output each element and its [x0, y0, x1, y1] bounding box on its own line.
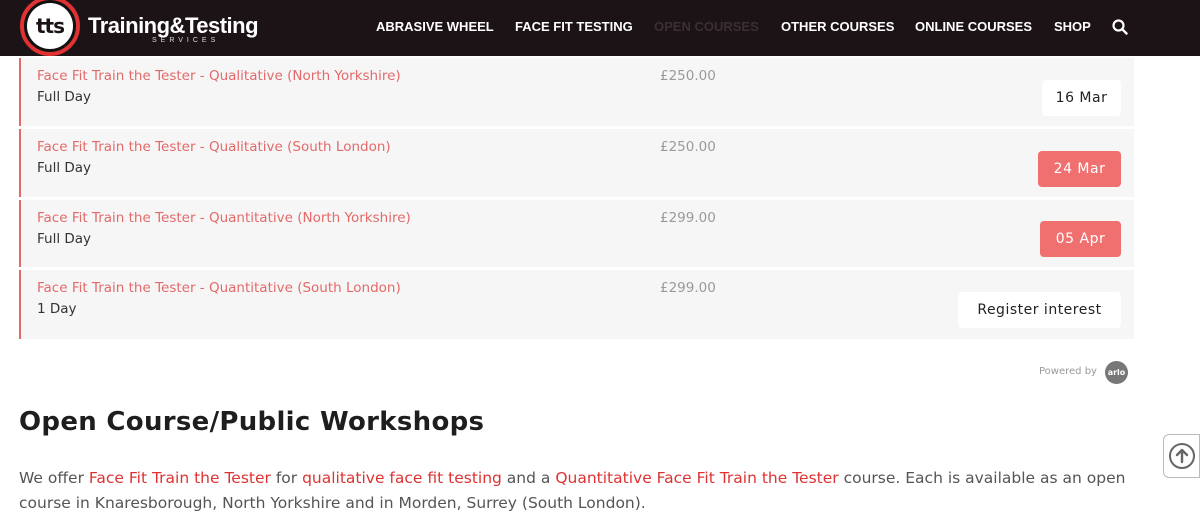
course-title[interactable]: Face Fit Train the Tester - Quantitative…: [37, 280, 401, 296]
arlo-logo[interactable]: arlo: [1105, 361, 1128, 384]
course-title[interactable]: Face Fit Train the Tester - Qualitative …: [37, 139, 391, 155]
link-quantitative-train-the-tester[interactable]: Quantitative Face Fit Train the Tester: [555, 469, 838, 487]
section-paragraph: We offer Face Fit Train the Tester for q…: [19, 466, 1139, 516]
course-date-button[interactable]: 05 Apr: [1040, 221, 1121, 257]
course-price: £299.00: [660, 210, 716, 226]
nav-face-fit-testing[interactable]: FACE FIT TESTING: [515, 19, 633, 34]
nav-shop[interactable]: SHOP: [1054, 19, 1091, 34]
powered-by-label: Powered by: [1039, 366, 1097, 377]
site-header: tts Training&Testing SERVICES ABRASIVE W…: [0, 0, 1200, 56]
brand-subtitle: SERVICES: [152, 37, 220, 44]
link-qualitative-face-fit-testing[interactable]: qualitative face fit testing: [302, 469, 502, 487]
course-row: Face Fit Train the Tester - Qualitative …: [19, 58, 1134, 126]
search-icon[interactable]: [1112, 19, 1128, 35]
logo-inner: tts: [27, 3, 73, 49]
course-title[interactable]: Face Fit Train the Tester - Quantitative…: [37, 210, 411, 226]
section-title: Open Course/Public Workshops: [19, 407, 485, 437]
para-text: for: [270, 469, 303, 487]
scroll-to-top-button[interactable]: [1163, 434, 1200, 478]
nav-abrasive-wheel[interactable]: ABRASIVE WHEEL: [376, 19, 494, 34]
course-row: Face Fit Train the Tester - Quantitative…: [19, 200, 1134, 267]
course-price: £250.00: [660, 68, 716, 84]
nav-online-courses[interactable]: ONLINE COURSES: [915, 19, 1032, 34]
register-interest-button[interactable]: Register interest: [958, 292, 1121, 328]
nav-other-courses[interactable]: OTHER COURSES: [781, 19, 894, 34]
course-duration: Full Day: [37, 89, 92, 105]
para-text: and a: [501, 469, 556, 487]
course-price: £299.00: [660, 280, 716, 296]
course-duration: Full Day: [37, 231, 92, 247]
logo-text: tts: [35, 14, 65, 38]
course-row: Face Fit Train the Tester - Qualitative …: [19, 129, 1134, 197]
course-duration: Full Day: [37, 160, 92, 176]
course-date-button[interactable]: 16 Mar: [1042, 80, 1121, 116]
course-price: £250.00: [660, 139, 716, 155]
course-duration: 1 Day: [37, 301, 77, 317]
nav-open-courses[interactable]: OPEN COURSES: [654, 19, 759, 34]
arrow-up-circle-icon: [1168, 443, 1195, 469]
brand-name[interactable]: Training&Testing: [88, 13, 259, 39]
course-row: Face Fit Train the Tester - Quantitative…: [19, 270, 1134, 339]
para-text: We offer: [19, 469, 89, 487]
course-date-button[interactable]: 24 Mar: [1038, 151, 1121, 187]
site-logo[interactable]: tts: [20, 0, 80, 56]
course-title[interactable]: Face Fit Train the Tester - Qualitative …: [37, 68, 401, 84]
link-face-fit-train-the-tester[interactable]: Face Fit Train the Tester: [89, 469, 271, 487]
